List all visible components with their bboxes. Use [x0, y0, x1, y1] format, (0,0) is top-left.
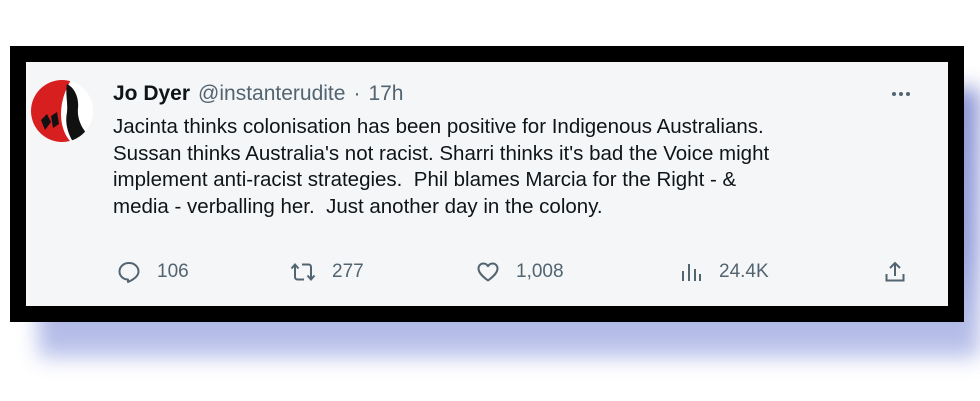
heart-icon: [477, 262, 499, 282]
share-button[interactable]: [883, 258, 907, 286]
author-name[interactable]: Jo Dyer: [113, 82, 190, 106]
more-button[interactable]: [887, 82, 915, 106]
views-button[interactable]: 24.4K: [679, 258, 769, 286]
reply-icon: [118, 262, 140, 283]
retweet-button[interactable]: 277: [290, 258, 364, 286]
reply-count: 106: [157, 261, 189, 282]
retweet-count: 277: [332, 261, 364, 282]
more-icon-dot: [899, 92, 903, 96]
tweet-actions: 106 277 1,008 24.4K: [113, 258, 913, 286]
more-icon: [892, 92, 896, 96]
like-count: 1,008: [516, 261, 564, 282]
separator-dot: ·: [353, 82, 361, 105]
reply-button[interactable]: 106: [117, 258, 189, 286]
tweet-text: Jacinta thinks colonisation has been pos…: [113, 115, 770, 218]
avatar-image: [31, 80, 93, 142]
more-icon-dot: [906, 92, 910, 96]
retweet-icon: [290, 262, 316, 282]
tweet-timestamp[interactable]: 17h: [368, 82, 403, 106]
author-handle[interactable]: @instanterudite: [198, 82, 345, 106]
like-button[interactable]: 1,008: [476, 258, 564, 286]
views-icon: [682, 264, 701, 281]
tweet-header: Jo Dyer @instanterudite · 17h: [113, 80, 404, 108]
share-icon: [885, 261, 905, 282]
avatar[interactable]: [31, 80, 93, 142]
views-count: 24.4K: [719, 261, 769, 282]
